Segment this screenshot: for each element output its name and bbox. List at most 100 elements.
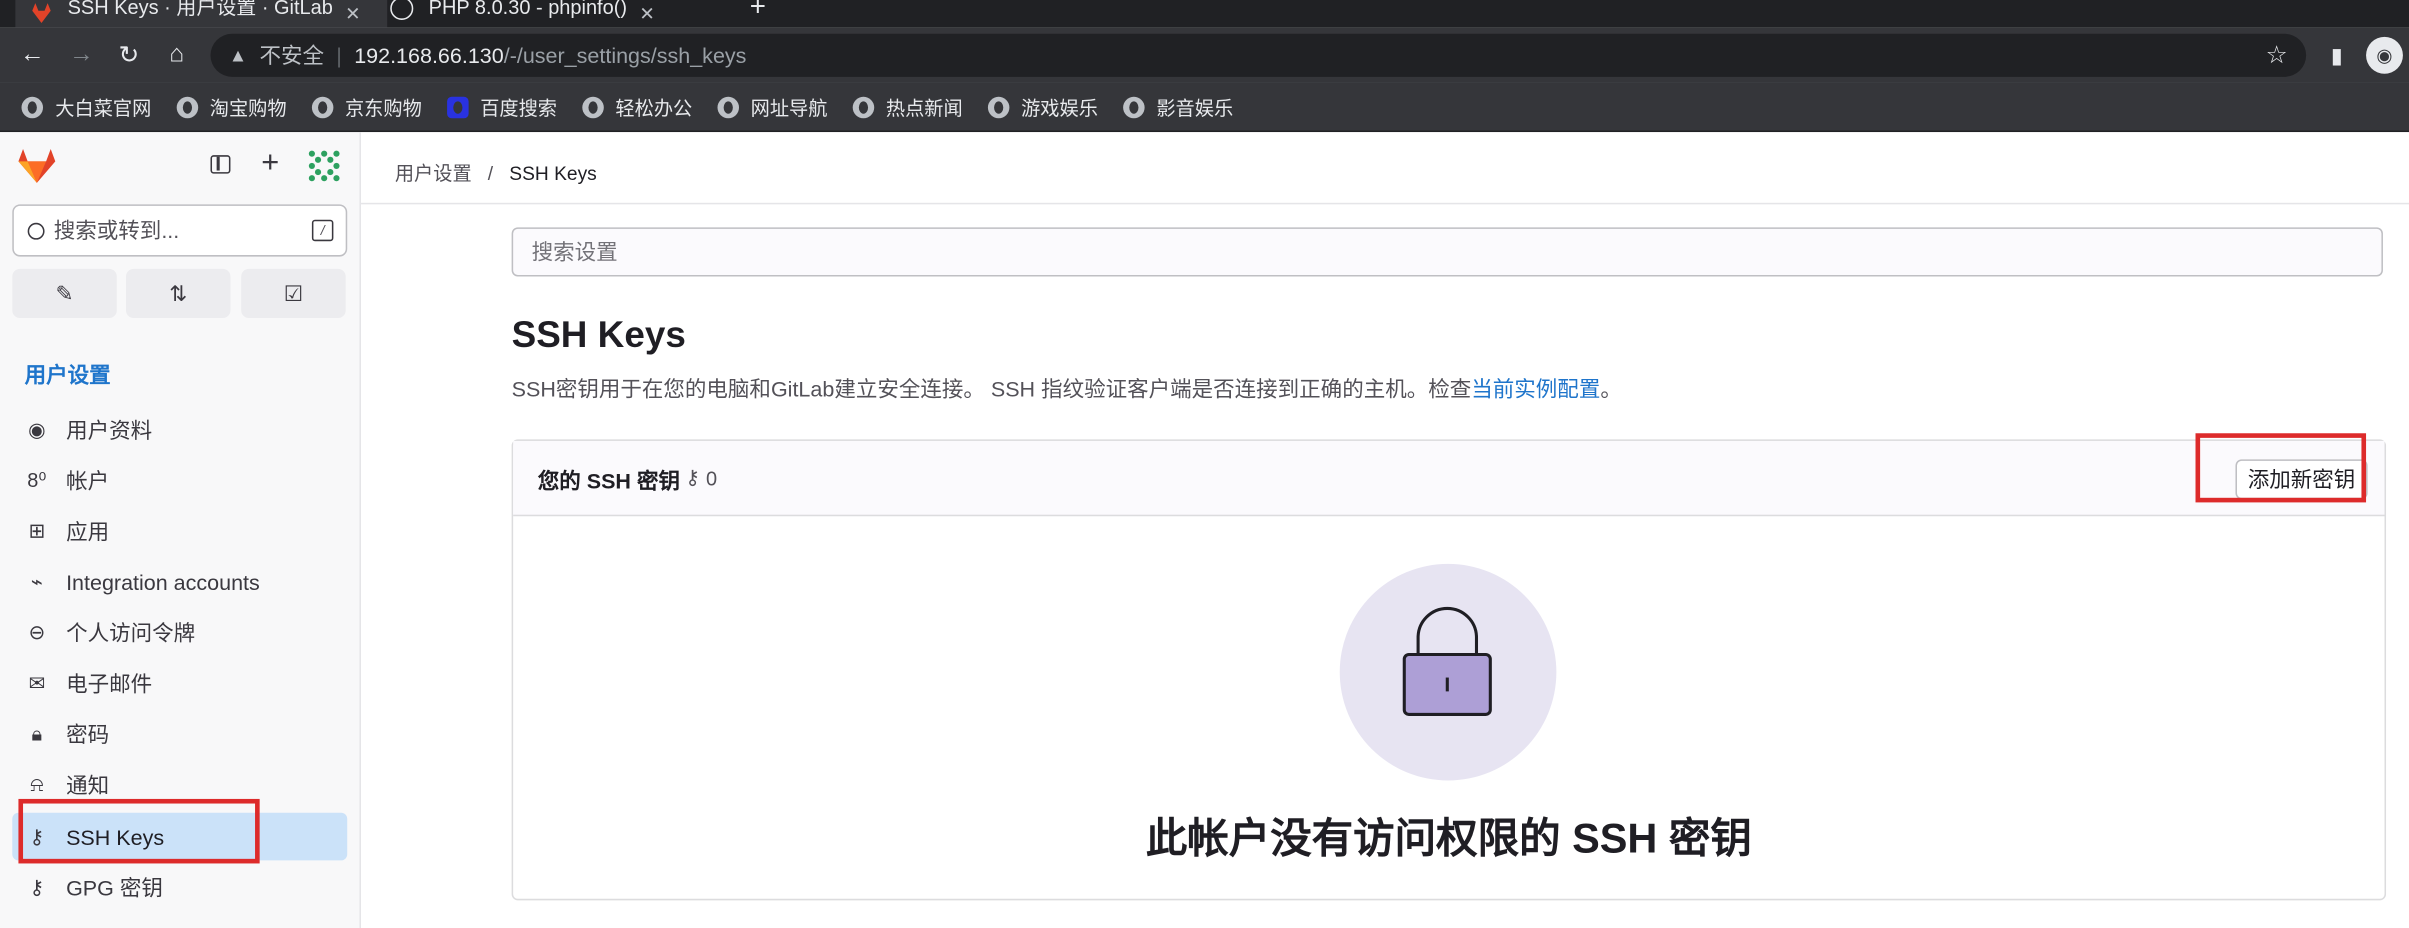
back-icon[interactable]: ← bbox=[15, 38, 49, 72]
sidebar-item-integration-accounts[interactable]: ⌁ Integration accounts bbox=[12, 558, 347, 606]
bookmark-item[interactable]: 淘宝购物 bbox=[175, 92, 287, 121]
key-count: 0 bbox=[706, 466, 718, 490]
warning-icon: ▲ bbox=[228, 44, 248, 67]
keyboard-shortcut-badge: / bbox=[311, 219, 334, 242]
gitlab-favicon-icon bbox=[32, 3, 51, 24]
search-placeholder: 搜索或转到... bbox=[53, 218, 180, 243]
merge-request-icon: ⇅ bbox=[169, 280, 188, 305]
bookmark-item[interactable]: 热点新闻 bbox=[852, 92, 963, 121]
sidebar-item-profile[interactable]: ◉ 用户资料 bbox=[12, 406, 347, 454]
gitlab-logo-icon[interactable] bbox=[17, 147, 57, 184]
sidebar-item-label: 通知 bbox=[66, 772, 110, 797]
search-icon bbox=[27, 222, 45, 239]
browser-toolbar: ← → ↻ ⌂ ▲ 不安全 | 192.168.66.130 /-/user_s… bbox=[0, 27, 2409, 83]
sidebar-item-gpg-keys[interactable]: ⚷ GPG 密钥 bbox=[12, 863, 347, 911]
sidebar-item-label: 用户资料 bbox=[66, 417, 153, 442]
instance-config-link[interactable]: 当前实例配置 bbox=[1471, 376, 1600, 401]
bell-icon: ⍾ bbox=[30, 772, 44, 796]
empty-state-illustration bbox=[1339, 563, 1557, 781]
gitlab-sidebar: + 搜索或转到... / ✎ ⇅ ☑ 用户设置 ◉ 用户资料 8⁰ 帐户 ⊞ 应用 ⌁… bbox=[0, 132, 362, 928]
sidebar-item-access-tokens[interactable]: ⊖ 个人访问令牌 bbox=[12, 608, 347, 656]
bookmark-item[interactable]: 京东购物 bbox=[311, 92, 422, 121]
page-title: SSH Keys bbox=[511, 314, 686, 357]
baidu-icon bbox=[446, 96, 468, 118]
token-icon: ⊖ bbox=[28, 619, 46, 643]
url-host: 192.168.66.130 bbox=[354, 43, 504, 68]
bookmark-star-icon[interactable]: ☆ bbox=[2266, 40, 2288, 71]
sidebar-item-account[interactable]: 8⁰ 帐户 bbox=[12, 456, 347, 504]
sidebar-item-label: 电子邮件 bbox=[66, 670, 153, 696]
highlight-box-add-key bbox=[2195, 433, 2367, 503]
account-icon: 8⁰ bbox=[27, 467, 47, 491]
key-count-badge: ⚷ 0 bbox=[685, 466, 717, 491]
merge-requests-button[interactable]: ⇅ bbox=[125, 268, 231, 319]
card-header: 您的 SSH 密钥 ⚷ 0 添加新密钥 bbox=[513, 433, 2385, 517]
profile-icon: ◉ bbox=[28, 417, 46, 441]
side-panel-icon[interactable]: ▮ bbox=[2320, 38, 2354, 72]
sidebar-item-password[interactable]: 🔒︎ 密码 bbox=[12, 710, 347, 758]
tab-title: PHP 8.0.30 - phpinfo() bbox=[428, 0, 628, 18]
new-tab-icon[interactable]: + bbox=[750, 0, 781, 28]
bookmark-item[interactable]: 轻松办公 bbox=[581, 92, 692, 121]
globe-icon bbox=[852, 96, 874, 118]
bookmark-label: 热点新闻 bbox=[885, 98, 963, 120]
sidebar-item-label: 密码 bbox=[66, 721, 110, 746]
globe-icon bbox=[1122, 96, 1145, 118]
tab-phpinfo[interactable]: PHP 8.0.30 - phpinfo() ✕ bbox=[384, 0, 737, 28]
globe-icon bbox=[311, 96, 333, 118]
forward-icon[interactable]: → bbox=[65, 38, 99, 72]
sidebar-item-emails[interactable]: ✉ 电子邮件 bbox=[12, 659, 347, 707]
url-path: /-/user_settings/ssh_keys bbox=[503, 43, 747, 68]
bookmark-label: 影音娱乐 bbox=[1156, 98, 1234, 120]
bookmark-item[interactable]: 游戏娱乐 bbox=[987, 92, 1098, 121]
sidebar-item-applications[interactable]: ⊞ 应用 bbox=[12, 507, 347, 555]
sidebar-item-label: 应用 bbox=[66, 518, 110, 544]
key-icon: ⚷ bbox=[685, 465, 700, 489]
integration-icon: ⌁ bbox=[30, 569, 43, 593]
globe-icon bbox=[716, 96, 739, 118]
empty-state-title: 此帐户没有访问权限的 SSH 密钥 bbox=[1145, 815, 1752, 862]
description-text: SSH密钥用于在您的电脑和GitLab建立安全连接。 SSH 指纹验证客户端是否… bbox=[511, 376, 1472, 402]
close-tab-icon[interactable]: ✕ bbox=[639, 3, 654, 25]
settings-search-input[interactable]: 搜索设置 bbox=[511, 227, 2383, 277]
bookmark-label: 游戏娱乐 bbox=[1021, 98, 1098, 120]
browser-tab-bar: SSH Keys · 用户设置 · GitLab ✕ PHP 8.0.30 - … bbox=[0, 0, 2409, 28]
bookmark-item[interactable]: 大白菜官网 bbox=[21, 92, 151, 121]
incognito-icon[interactable]: ◉ bbox=[2366, 36, 2403, 74]
globe-icon bbox=[581, 96, 604, 118]
bookmark-item[interactable]: 影音娱乐 bbox=[1122, 92, 1234, 121]
bookmark-item[interactable]: 百度搜索 bbox=[446, 92, 557, 121]
todo-icon: ☑ bbox=[283, 280, 304, 305]
bookmark-label: 百度搜索 bbox=[480, 98, 558, 120]
breadcrumb-item-user-settings[interactable]: 用户设置 bbox=[395, 163, 472, 185]
breadcrumb: 用户设置 / SSH Keys bbox=[395, 157, 597, 186]
globe-icon bbox=[987, 96, 1009, 118]
toggle-sidebar-icon[interactable] bbox=[210, 155, 231, 174]
sidebar-item-label: 帐户 bbox=[66, 467, 110, 493]
bookmark-item[interactable]: 网址导航 bbox=[716, 92, 827, 121]
bookmark-label: 京东购物 bbox=[344, 98, 422, 120]
applications-icon: ⊞ bbox=[28, 518, 46, 542]
key-icon: ⚷ bbox=[29, 874, 45, 899]
todos-button[interactable]: ☑ bbox=[241, 268, 346, 319]
description-end: 。 bbox=[1600, 376, 1622, 402]
breadcrumb-item-ssh-keys[interactable]: SSH Keys bbox=[509, 163, 597, 185]
reload-icon[interactable]: ↻ bbox=[112, 38, 146, 72]
search-placeholder: 搜索设置 bbox=[531, 239, 618, 265]
sidebar-item-label: GPG 密钥 bbox=[66, 874, 163, 900]
issues-button[interactable]: ✎ bbox=[12, 268, 117, 319]
address-bar[interactable]: ▲ 不安全 | 192.168.66.130 /-/user_settings/… bbox=[210, 33, 2307, 77]
mail-icon: ✉ bbox=[28, 670, 46, 694]
sidebar-item-label: Integration accounts bbox=[66, 569, 260, 594]
divider: | bbox=[336, 43, 342, 68]
home-icon[interactable]: ⌂ bbox=[160, 38, 194, 72]
bookmark-label: 淘宝购物 bbox=[209, 98, 287, 120]
create-new-icon[interactable]: + bbox=[261, 146, 279, 181]
highlight-box-ssh-keys bbox=[18, 798, 260, 864]
close-tab-icon[interactable]: ✕ bbox=[345, 3, 360, 25]
breadcrumb-separator: / bbox=[487, 162, 494, 185]
sidebar-search-input[interactable]: 搜索或转到... / bbox=[12, 204, 348, 257]
user-avatar-icon[interactable] bbox=[307, 149, 341, 183]
tab-gitlab[interactable]: SSH Keys · 用户设置 · GitLab ✕ bbox=[15, 0, 388, 28]
divider bbox=[361, 202, 2409, 205]
